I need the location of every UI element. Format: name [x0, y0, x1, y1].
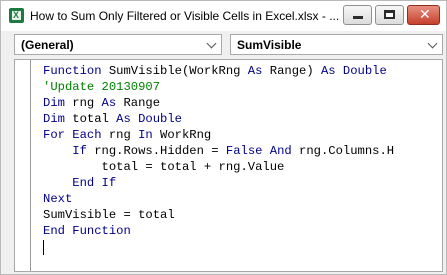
code-line[interactable]: Dim rng As Range — [43, 95, 442, 111]
margin-indicator-bar[interactable] — [15, 60, 31, 271]
code-keyword: For Each — [43, 128, 102, 142]
code-keyword: False And — [225, 144, 292, 158]
chevron-down-icon — [206, 38, 217, 49]
code-keyword: Dim — [43, 112, 65, 126]
code-text: rng.Columns.H — [291, 144, 395, 158]
code-line[interactable]: Dim total As Double — [43, 111, 442, 127]
code-text: WorkRng — [152, 128, 212, 142]
procedure-dropdown-value: SumVisible — [237, 38, 302, 52]
code-editor[interactable]: Function SumVisible(WorkRng As Range) As… — [14, 59, 443, 272]
code-keyword: If — [72, 144, 87, 158]
window-title: How to Sum Only Filtered or Visible Cell… — [30, 9, 340, 23]
code-text: total — [64, 112, 117, 126]
close-button[interactable]: ✕ — [407, 5, 440, 25]
code-keyword: Function — [43, 64, 109, 78]
code-line[interactable]: For Each rng In WorkRng — [43, 127, 442, 143]
vba-editor-window: How to Sum Only Filtered or Visible Cell… — [0, 0, 447, 275]
code-keyword: As Double — [320, 64, 387, 78]
code-line[interactable]: total = total + rng.Value — [43, 159, 442, 175]
code-area[interactable]: Function SumVisible(WorkRng As Range) As… — [43, 63, 442, 239]
code-text: total = total + rng.Value — [43, 160, 285, 174]
code-line[interactable]: End If — [43, 175, 442, 191]
code-keyword: As — [101, 96, 117, 110]
code-text: Range — [116, 96, 161, 110]
minimize-icon — [353, 16, 363, 19]
minimize-button[interactable] — [343, 5, 372, 25]
chevron-down-icon — [427, 38, 438, 49]
text-cursor — [43, 240, 44, 255]
excel-icon — [9, 8, 24, 23]
code-keyword: Next — [43, 192, 73, 206]
maximize-button[interactable] — [375, 5, 404, 25]
procedure-dropdown[interactable]: SumVisible — [230, 34, 443, 55]
code-keyword: End If — [72, 176, 117, 190]
object-dropdown-value: (General) — [21, 38, 74, 52]
code-text: rng — [64, 96, 102, 110]
code-line[interactable]: Function SumVisible(WorkRng As Range) As… — [43, 63, 442, 79]
maximize-icon — [384, 10, 395, 19]
object-dropdown[interactable]: (General) — [14, 34, 222, 55]
code-line[interactable]: Next — [43, 191, 442, 207]
code-line[interactable]: 'Update 20130907 — [43, 79, 442, 95]
code-text: SumVisible = total — [43, 208, 175, 222]
code-text: SumVisible(WorkRng — [108, 64, 248, 78]
code-keyword: As Double — [116, 112, 182, 126]
code-text: rng.Rows.Hidden = — [86, 144, 226, 158]
code-text: rng — [101, 128, 139, 142]
code-text: Range) — [262, 64, 321, 78]
close-icon: ✕ — [419, 7, 431, 23]
code-keyword: Dim — [43, 96, 65, 110]
title-bar[interactable]: How to Sum Only Filtered or Visible Cell… — [1, 1, 446, 31]
code-line[interactable]: SumVisible = total — [43, 207, 442, 223]
code-line[interactable]: If rng.Rows.Hidden = False And rng.Colum… — [43, 143, 442, 159]
code-line[interactable]: End Function — [43, 223, 442, 239]
code-keyword: In — [138, 128, 153, 142]
code-comment: 'Update 20130907 — [43, 80, 161, 94]
code-keyword: End Function — [43, 224, 131, 238]
code-keyword: As — [247, 64, 263, 78]
